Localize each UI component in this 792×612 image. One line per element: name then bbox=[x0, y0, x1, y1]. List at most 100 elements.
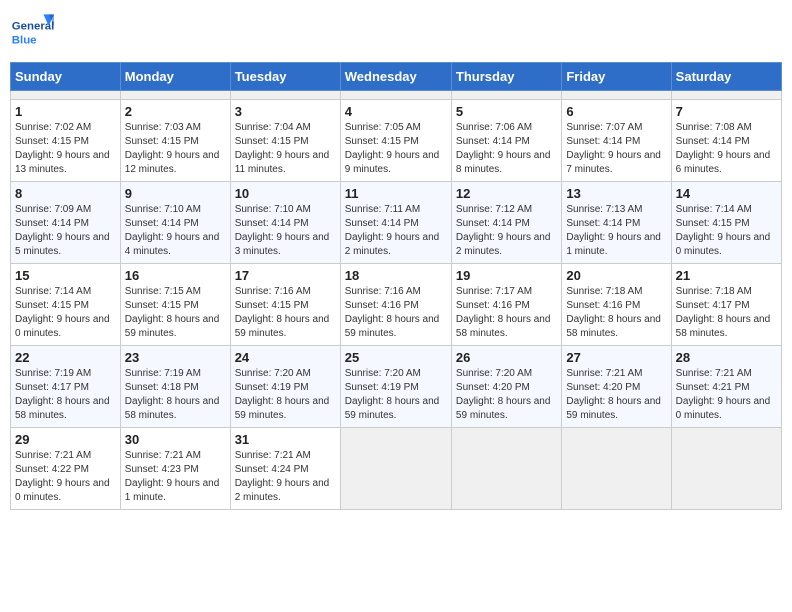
day-info: Sunrise: 7:10 AM Sunset: 4:14 PM Dayligh… bbox=[235, 203, 336, 259]
calendar-day-cell: 29 Sunrise: 7:21 AM Sunset: 4:22 PM Dayl… bbox=[11, 428, 121, 510]
daylight-label: Daylight: 9 hours and 0 minutes. bbox=[15, 478, 110, 503]
day-info: Sunrise: 7:16 AM Sunset: 4:16 PM Dayligh… bbox=[345, 285, 447, 341]
sunrise-label: Sunrise: 7:11 AM bbox=[345, 204, 420, 215]
sunrise-label: Sunrise: 7:19 AM bbox=[125, 368, 201, 379]
calendar-header-row: SundayMondayTuesdayWednesdayThursdayFrid… bbox=[11, 63, 782, 91]
sunrise-label: Sunrise: 7:16 AM bbox=[235, 286, 311, 297]
day-of-week-header: Monday bbox=[120, 63, 230, 91]
sunrise-label: Sunrise: 7:14 AM bbox=[15, 286, 91, 297]
day-number: 20 bbox=[566, 268, 666, 283]
calendar-day-cell: 12 Sunrise: 7:12 AM Sunset: 4:14 PM Dayl… bbox=[451, 182, 561, 264]
day-number: 7 bbox=[676, 104, 777, 119]
day-of-week-header: Friday bbox=[562, 63, 671, 91]
daylight-label: Daylight: 8 hours and 59 minutes. bbox=[125, 314, 220, 339]
sunrise-label: Sunrise: 7:04 AM bbox=[235, 122, 311, 133]
sunrise-label: Sunrise: 7:18 AM bbox=[676, 286, 752, 297]
sunset-label: Sunset: 4:15 PM bbox=[235, 300, 309, 311]
sunrise-label: Sunrise: 7:21 AM bbox=[125, 450, 201, 461]
sunset-label: Sunset: 4:21 PM bbox=[676, 382, 750, 393]
calendar-day-cell: 26 Sunrise: 7:20 AM Sunset: 4:20 PM Dayl… bbox=[451, 346, 561, 428]
day-info: Sunrise: 7:05 AM Sunset: 4:15 PM Dayligh… bbox=[345, 121, 447, 177]
sunrise-label: Sunrise: 7:20 AM bbox=[345, 368, 421, 379]
calendar-day-cell: 5 Sunrise: 7:06 AM Sunset: 4:14 PM Dayli… bbox=[451, 100, 561, 182]
calendar-day-cell bbox=[451, 428, 561, 510]
calendar-day-cell: 27 Sunrise: 7:21 AM Sunset: 4:20 PM Dayl… bbox=[562, 346, 671, 428]
daylight-label: Daylight: 8 hours and 59 minutes. bbox=[235, 396, 330, 421]
sunrise-label: Sunrise: 7:08 AM bbox=[676, 122, 752, 133]
daylight-label: Daylight: 9 hours and 9 minutes. bbox=[345, 150, 440, 175]
calendar-day-cell bbox=[11, 91, 121, 100]
calendar-day-cell: 25 Sunrise: 7:20 AM Sunset: 4:19 PM Dayl… bbox=[340, 346, 451, 428]
sunset-label: Sunset: 4:24 PM bbox=[235, 464, 309, 475]
sunset-label: Sunset: 4:14 PM bbox=[125, 218, 199, 229]
sunrise-label: Sunrise: 7:07 AM bbox=[566, 122, 642, 133]
day-of-week-header: Sunday bbox=[11, 63, 121, 91]
daylight-label: Daylight: 9 hours and 1 minute. bbox=[125, 478, 220, 503]
day-number: 27 bbox=[566, 350, 666, 365]
daylight-label: Daylight: 9 hours and 0 minutes. bbox=[676, 396, 771, 421]
day-info: Sunrise: 7:11 AM Sunset: 4:14 PM Dayligh… bbox=[345, 203, 447, 259]
calendar-day-cell: 6 Sunrise: 7:07 AM Sunset: 4:14 PM Dayli… bbox=[562, 100, 671, 182]
day-number: 17 bbox=[235, 268, 336, 283]
calendar-day-cell: 8 Sunrise: 7:09 AM Sunset: 4:14 PM Dayli… bbox=[11, 182, 121, 264]
day-info: Sunrise: 7:09 AM Sunset: 4:14 PM Dayligh… bbox=[15, 203, 116, 259]
calendar-day-cell: 4 Sunrise: 7:05 AM Sunset: 4:15 PM Dayli… bbox=[340, 100, 451, 182]
sunset-label: Sunset: 4:15 PM bbox=[235, 136, 309, 147]
daylight-label: Daylight: 8 hours and 59 minutes. bbox=[456, 396, 551, 421]
daylight-label: Daylight: 9 hours and 5 minutes. bbox=[15, 232, 110, 257]
calendar-day-cell: 30 Sunrise: 7:21 AM Sunset: 4:23 PM Dayl… bbox=[120, 428, 230, 510]
calendar-week-row: 15 Sunrise: 7:14 AM Sunset: 4:15 PM Dayl… bbox=[11, 264, 782, 346]
sunset-label: Sunset: 4:14 PM bbox=[566, 136, 640, 147]
daylight-label: Daylight: 9 hours and 0 minutes. bbox=[676, 232, 771, 257]
daylight-label: Daylight: 9 hours and 12 minutes. bbox=[125, 150, 220, 175]
daylight-label: Daylight: 8 hours and 58 minutes. bbox=[125, 396, 220, 421]
sunset-label: Sunset: 4:14 PM bbox=[456, 218, 530, 229]
day-info: Sunrise: 7:20 AM Sunset: 4:19 PM Dayligh… bbox=[235, 367, 336, 423]
page-header: General Blue bbox=[10, 10, 782, 54]
day-info: Sunrise: 7:21 AM Sunset: 4:22 PM Dayligh… bbox=[15, 449, 116, 505]
sunrise-label: Sunrise: 7:19 AM bbox=[15, 368, 91, 379]
sunrise-label: Sunrise: 7:21 AM bbox=[676, 368, 752, 379]
sunset-label: Sunset: 4:14 PM bbox=[15, 218, 89, 229]
day-number: 4 bbox=[345, 104, 447, 119]
calendar-day-cell: 13 Sunrise: 7:13 AM Sunset: 4:14 PM Dayl… bbox=[562, 182, 671, 264]
calendar-day-cell: 19 Sunrise: 7:17 AM Sunset: 4:16 PM Dayl… bbox=[451, 264, 561, 346]
day-number: 24 bbox=[235, 350, 336, 365]
daylight-label: Daylight: 8 hours and 59 minutes. bbox=[345, 396, 440, 421]
calendar-day-cell: 18 Sunrise: 7:16 AM Sunset: 4:16 PM Dayl… bbox=[340, 264, 451, 346]
sunset-label: Sunset: 4:20 PM bbox=[456, 382, 530, 393]
day-info: Sunrise: 7:21 AM Sunset: 4:24 PM Dayligh… bbox=[235, 449, 336, 505]
sunset-label: Sunset: 4:16 PM bbox=[456, 300, 530, 311]
day-number: 5 bbox=[456, 104, 557, 119]
day-info: Sunrise: 7:13 AM Sunset: 4:14 PM Dayligh… bbox=[566, 203, 666, 259]
daylight-label: Daylight: 9 hours and 6 minutes. bbox=[676, 150, 771, 175]
sunset-label: Sunset: 4:15 PM bbox=[345, 136, 419, 147]
sunset-label: Sunset: 4:16 PM bbox=[345, 300, 419, 311]
day-of-week-header: Saturday bbox=[671, 63, 781, 91]
day-number: 1 bbox=[15, 104, 116, 119]
sunrise-label: Sunrise: 7:09 AM bbox=[15, 204, 91, 215]
daylight-label: Daylight: 9 hours and 11 minutes. bbox=[235, 150, 330, 175]
day-number: 3 bbox=[235, 104, 336, 119]
calendar-day-cell: 31 Sunrise: 7:21 AM Sunset: 4:24 PM Dayl… bbox=[230, 428, 340, 510]
calendar-day-cell bbox=[562, 91, 671, 100]
day-number: 16 bbox=[125, 268, 226, 283]
daylight-label: Daylight: 9 hours and 2 minutes. bbox=[345, 232, 440, 257]
daylight-label: Daylight: 9 hours and 0 minutes. bbox=[15, 314, 110, 339]
calendar-week-row: 8 Sunrise: 7:09 AM Sunset: 4:14 PM Dayli… bbox=[11, 182, 782, 264]
calendar-day-cell bbox=[230, 91, 340, 100]
calendar-day-cell: 24 Sunrise: 7:20 AM Sunset: 4:19 PM Dayl… bbox=[230, 346, 340, 428]
day-info: Sunrise: 7:18 AM Sunset: 4:17 PM Dayligh… bbox=[676, 285, 777, 341]
calendar-day-cell: 23 Sunrise: 7:19 AM Sunset: 4:18 PM Dayl… bbox=[120, 346, 230, 428]
calendar-day-cell bbox=[451, 91, 561, 100]
calendar-week-row bbox=[11, 91, 782, 100]
day-info: Sunrise: 7:08 AM Sunset: 4:14 PM Dayligh… bbox=[676, 121, 777, 177]
day-info: Sunrise: 7:03 AM Sunset: 4:15 PM Dayligh… bbox=[125, 121, 226, 177]
day-info: Sunrise: 7:21 AM Sunset: 4:21 PM Dayligh… bbox=[676, 367, 777, 423]
calendar-day-cell bbox=[671, 428, 781, 510]
daylight-label: Daylight: 9 hours and 2 minutes. bbox=[456, 232, 551, 257]
day-number: 15 bbox=[15, 268, 116, 283]
day-number: 26 bbox=[456, 350, 557, 365]
day-info: Sunrise: 7:06 AM Sunset: 4:14 PM Dayligh… bbox=[456, 121, 557, 177]
sunrise-label: Sunrise: 7:06 AM bbox=[456, 122, 532, 133]
